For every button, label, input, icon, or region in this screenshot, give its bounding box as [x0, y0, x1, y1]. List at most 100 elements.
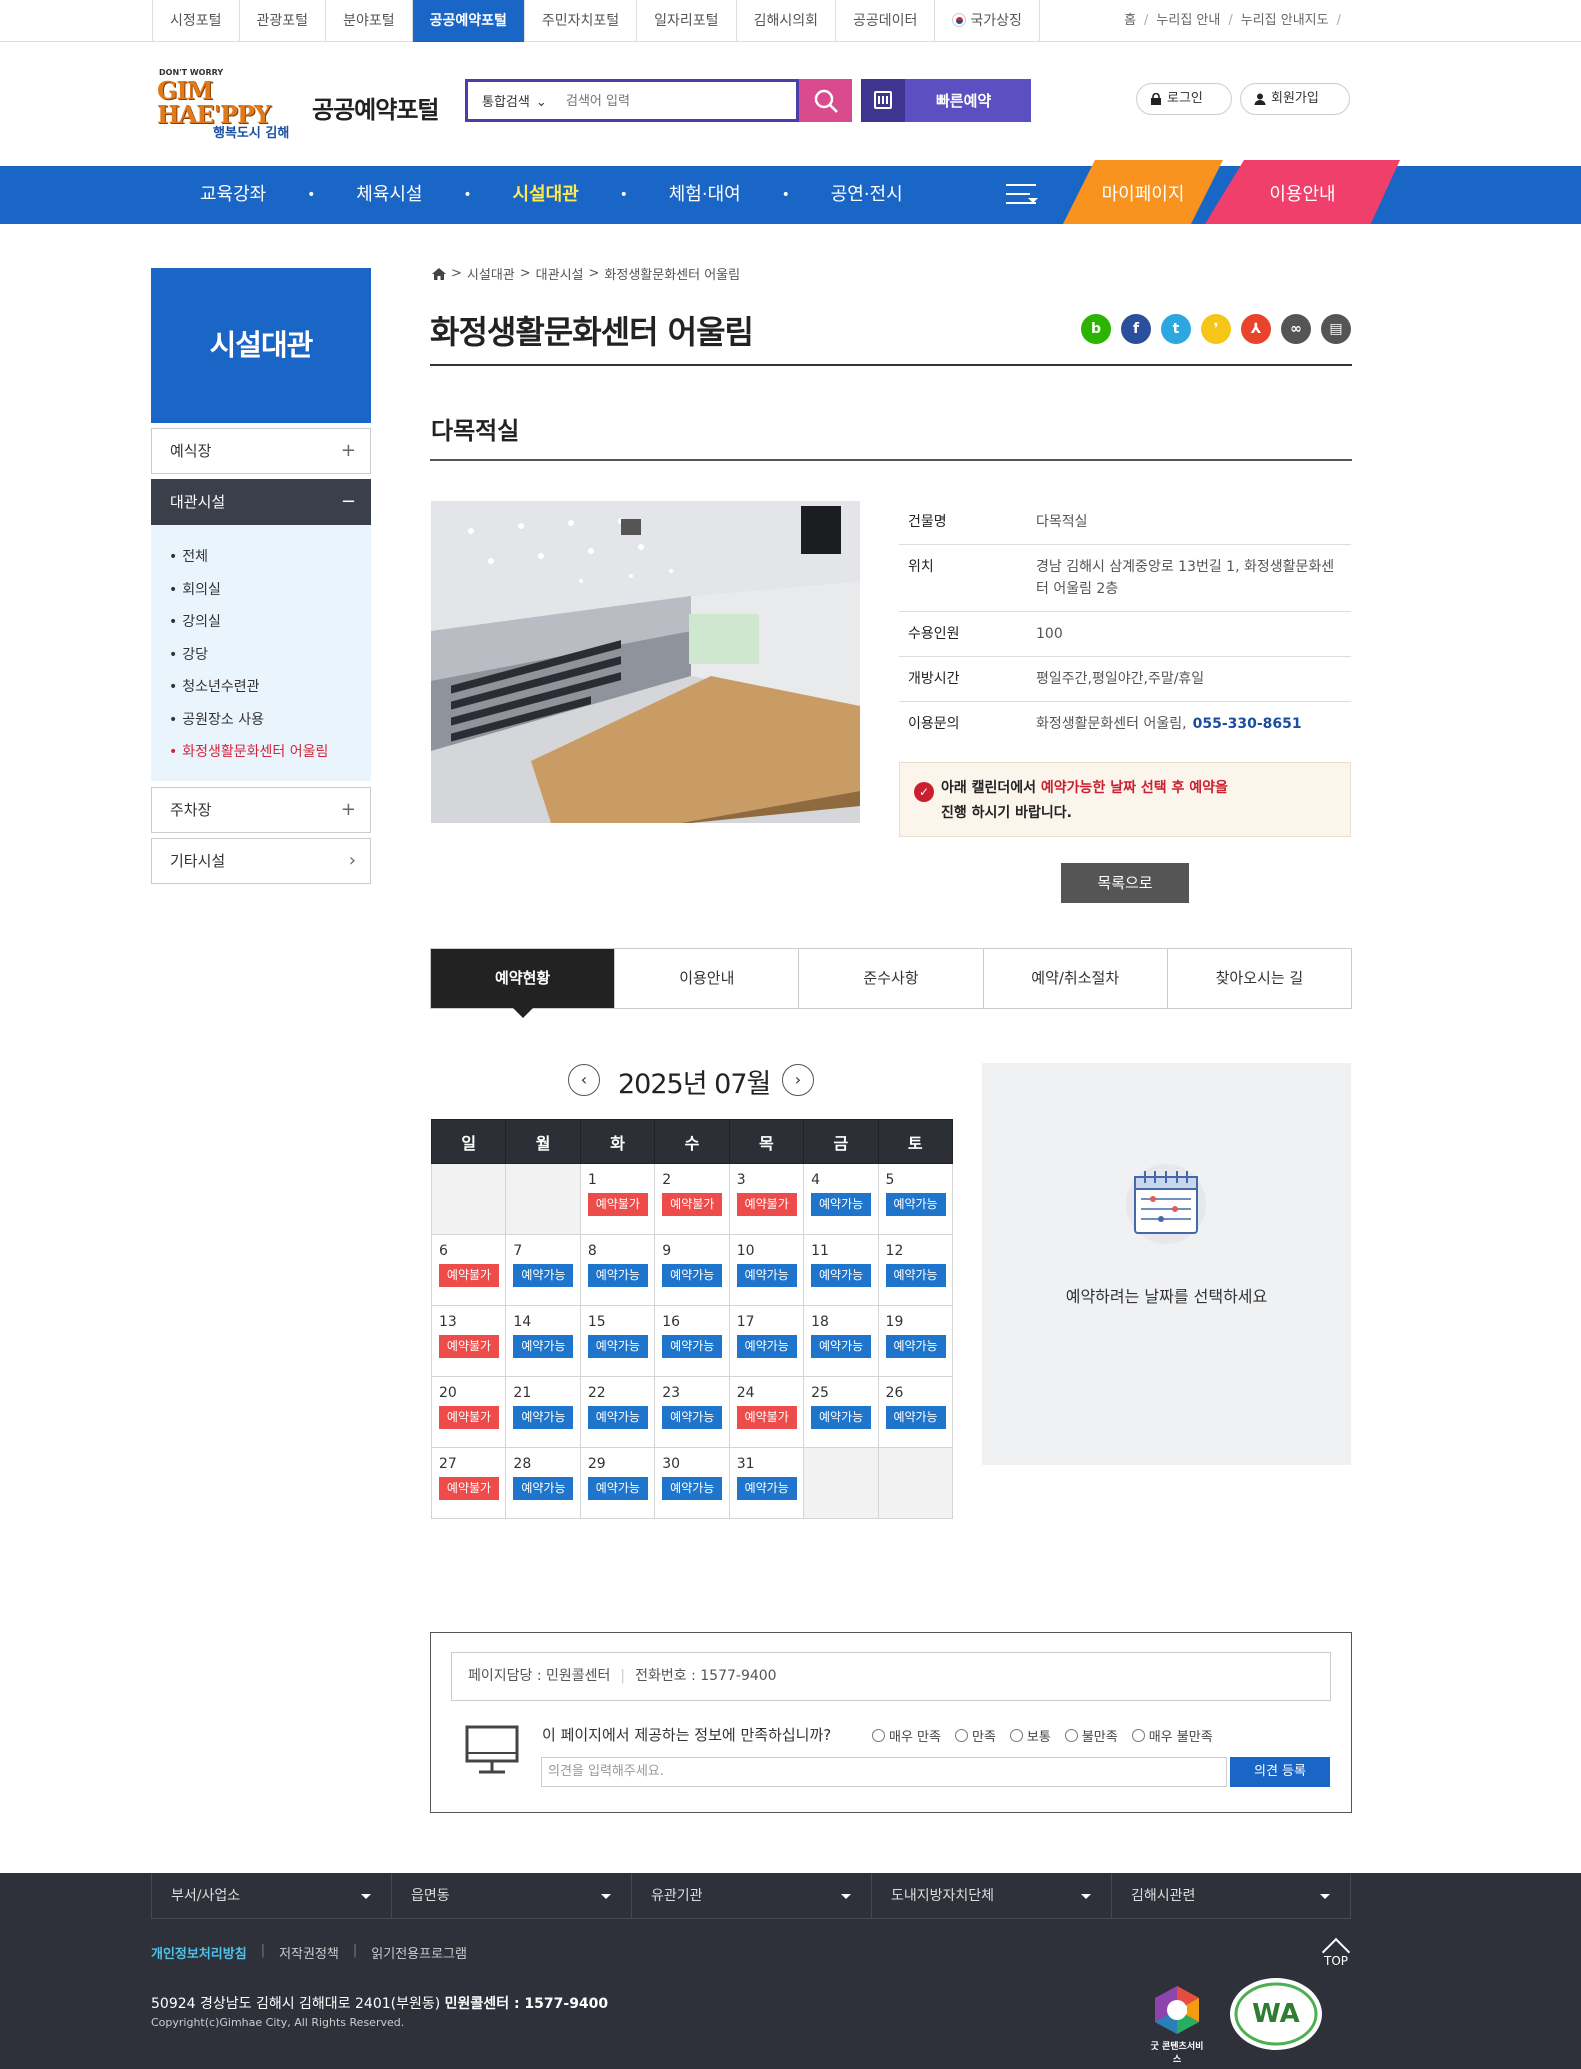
calendar-day[interactable]: 29 예약가능 — [579, 1447, 656, 1519]
all-menu-icon[interactable] — [1006, 184, 1040, 210]
available-badge[interactable]: 예약가능 — [587, 1406, 648, 1429]
breadcrumb-item[interactable]: 시설대관 — [467, 264, 515, 283]
print-share-icon[interactable]: ▤ — [1321, 314, 1351, 344]
contact-phone[interactable]: 055-330-8651 — [1193, 716, 1302, 732]
calendar-day[interactable]: 26 예약가능 — [877, 1376, 954, 1448]
quick-reserve-button[interactable]: 빠른예약 — [861, 79, 1031, 122]
available-badge[interactable]: 예약가능 — [513, 1477, 574, 1500]
tab-1[interactable]: 예약현황 — [431, 949, 616, 1018]
gimhae-logo[interactable]: DON'T WORRY GIM HAE'PPY 행복도시 김해 — [155, 66, 297, 142]
chevron-left-icon[interactable]: ‹ — [568, 1064, 600, 1096]
available-badge[interactable]: 예약가능 — [736, 1477, 797, 1500]
footer-link[interactable]: 읽기전용프로그램 — [371, 1943, 467, 1962]
pdf-share-icon[interactable]: ⅄ — [1241, 314, 1271, 344]
available-badge[interactable]: 예약가능 — [885, 1406, 946, 1429]
facebook-share-icon[interactable]: f — [1121, 314, 1151, 344]
footer-site-select[interactable]: 부서/사업소 — [151, 1873, 391, 1919]
sidebar-subitem[interactable]: 강의실 — [169, 606, 371, 639]
gnb-item[interactable]: 공연·전시 — [831, 166, 903, 224]
join-button[interactable]: 회원가입 — [1240, 83, 1350, 115]
portal-tab[interactable]: 시정포털 — [153, 0, 240, 42]
tab-5[interactable]: 찾아오시는 길 — [1167, 949, 1352, 1008]
portal-tab[interactable]: 공공예약포털 — [412, 0, 525, 42]
footer-site-select[interactable]: 유관기관 — [631, 1873, 871, 1919]
available-badge[interactable]: 예약가능 — [587, 1264, 648, 1287]
gnb-item[interactable]: 시설대관 — [513, 166, 579, 224]
sidebar-subitem[interactable]: 전체 — [169, 541, 371, 574]
available-badge[interactable]: 예약가능 — [736, 1264, 797, 1287]
available-badge[interactable]: 예약가능 — [736, 1335, 797, 1358]
available-badge[interactable]: 예약가능 — [513, 1406, 574, 1429]
util-link[interactable]: 홈 — [1124, 0, 1136, 42]
search-button[interactable] — [799, 79, 852, 122]
calendar-day[interactable]: 9 예약가능 — [654, 1234, 730, 1306]
portal-tab[interactable]: 김해시의회 — [737, 0, 836, 42]
available-badge[interactable]: 예약가능 — [811, 1264, 872, 1287]
radio-button[interactable] — [954, 1729, 968, 1742]
login-button[interactable]: 로그인 — [1136, 83, 1232, 115]
gnb-item[interactable]: 체육시설 — [356, 166, 422, 224]
available-badge[interactable]: 예약가능 — [587, 1477, 648, 1500]
site-title[interactable]: 공공예약포털 — [312, 90, 439, 125]
available-badge[interactable]: 예약가능 — [885, 1335, 946, 1358]
satisfaction-option[interactable]: 만족 — [954, 1726, 996, 1745]
calendar-day[interactable]: 21 예약가능 — [505, 1376, 581, 1448]
sidebar-subitem[interactable]: 공원장소 사용 — [169, 704, 371, 737]
calendar-day[interactable]: 14 예약가능 — [505, 1305, 581, 1377]
calendar-day[interactable]: 22 예약가능 — [579, 1376, 656, 1448]
search-input[interactable] — [566, 90, 786, 112]
calendar-day[interactable]: 15 예약가능 — [579, 1305, 656, 1377]
breadcrumb-item[interactable]: 화정생활문화센터 어울림 — [604, 264, 740, 283]
satisfaction-option[interactable]: 매우 불만족 — [1131, 1726, 1213, 1745]
footer-link[interactable]: 저작권정책 — [279, 1943, 339, 1962]
gnb-item[interactable]: 체험·대여 — [669, 166, 741, 224]
portal-tab[interactable]: 분야포털 — [326, 0, 413, 42]
available-badge[interactable]: 예약가능 — [811, 1406, 872, 1429]
available-badge[interactable]: 예약가능 — [513, 1335, 574, 1358]
calendar-day[interactable]: 8 예약가능 — [579, 1234, 656, 1306]
portal-tab[interactable]: 주민자치포털 — [525, 0, 638, 42]
available-badge[interactable]: 예약가능 — [513, 1264, 574, 1287]
footer-site-select[interactable]: 읍면동 — [391, 1873, 631, 1919]
sidebar-item-wedding-hall[interactable]: 예식장 + — [151, 428, 371, 474]
blog-share-icon[interactable]: b — [1081, 314, 1111, 344]
calendar-day[interactable]: 16 예약가능 — [654, 1305, 730, 1377]
available-badge[interactable]: 예약가능 — [662, 1264, 723, 1287]
chevron-right-icon[interactable]: › — [782, 1064, 814, 1096]
calendar-day[interactable]: 18 예약가능 — [803, 1305, 879, 1377]
radio-button[interactable] — [872, 1729, 885, 1742]
calendar-day[interactable]: 12 예약가능 — [877, 1234, 954, 1306]
util-link[interactable]: 누리집 안내지도 — [1241, 0, 1329, 42]
calendar-day[interactable]: 19 예약가능 — [877, 1305, 954, 1377]
available-badge[interactable]: 예약가능 — [811, 1193, 872, 1216]
radio-button[interactable] — [1064, 1729, 1078, 1742]
tab-3[interactable]: 준수사항 — [799, 949, 984, 1008]
radio-button[interactable] — [1009, 1729, 1023, 1742]
satisfaction-option[interactable]: 불만족 — [1064, 1726, 1118, 1745]
satisfaction-option[interactable]: 보통 — [1009, 1726, 1051, 1745]
link-share-icon[interactable]: ∞ — [1281, 314, 1311, 344]
portal-tab[interactable]: 국가상징 — [935, 0, 1040, 42]
calendar-day[interactable]: 28 예약가능 — [505, 1447, 581, 1519]
calendar-day[interactable]: 10 예약가능 — [728, 1234, 805, 1306]
available-badge[interactable]: 예약가능 — [885, 1193, 946, 1216]
portal-tab[interactable]: 공공데이터 — [836, 0, 936, 42]
tab-2[interactable]: 이용안내 — [615, 949, 800, 1008]
sidebar-subitem[interactable]: 강당 — [169, 639, 371, 672]
search-scope-select[interactable]: 통합검색 — [482, 91, 547, 110]
calendar-day[interactable]: 25 예약가능 — [803, 1376, 879, 1448]
calendar-day[interactable]: 30 예약가능 — [654, 1447, 730, 1519]
available-badge[interactable]: 예약가능 — [662, 1477, 723, 1500]
sidebar-item-other-facilities[interactable]: 기타시설 › — [151, 838, 371, 884]
twitter-share-icon[interactable]: t — [1161, 314, 1191, 344]
sidebar-subitem[interactable]: 청소년수련관 — [169, 671, 371, 704]
footer-site-select[interactable]: 도내지방자치단체 — [871, 1873, 1111, 1919]
calendar-day[interactable]: 17 예약가능 — [728, 1305, 805, 1377]
calendar-day[interactable]: 31 예약가능 — [728, 1447, 805, 1519]
home-icon[interactable] — [432, 267, 446, 280]
footer-site-select[interactable]: 김해시관련 — [1111, 1873, 1351, 1919]
util-link[interactable]: 누리집 안내 — [1156, 0, 1220, 42]
calendar-day[interactable]: 23 예약가능 — [654, 1376, 730, 1448]
sidebar-subitem[interactable]: 화정생활문화센터 어울림 — [169, 736, 371, 769]
available-badge[interactable]: 예약가능 — [662, 1335, 723, 1358]
